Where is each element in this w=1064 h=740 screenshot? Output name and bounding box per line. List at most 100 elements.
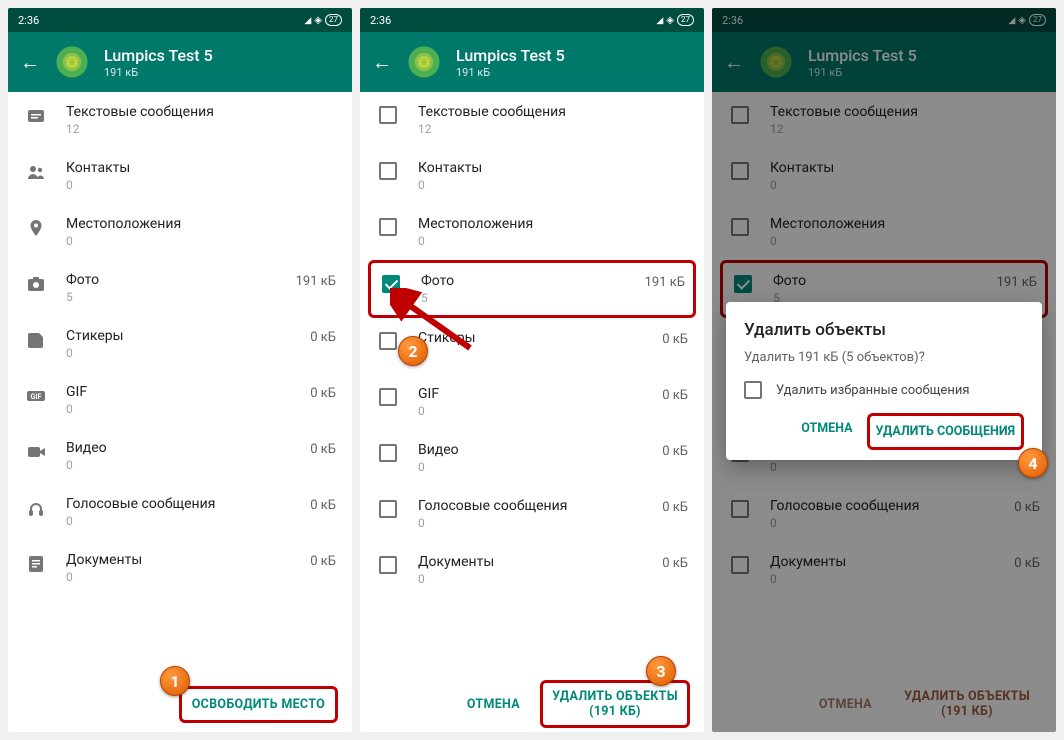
battery-icon: 27 [325, 14, 342, 26]
app-bar: ← Lumpics Test 5 191 кБ [360, 32, 704, 92]
step-badge-1: 1 [160, 666, 190, 696]
row-count: 0 [418, 234, 688, 248]
row-count: 12 [418, 122, 688, 136]
row-label: GIF [418, 386, 644, 402]
storage-row-2[interactable]: Местоположения0 [360, 204, 704, 260]
phone-screen-2: 2:36 ◈ 27 ← Lumpics Test 5 191 кБ Тексто… [360, 8, 704, 732]
dialog-text: Удалить 191 кБ (5 объектов)? [744, 350, 1024, 365]
cancel-button[interactable]: ОТМЕНА [467, 697, 520, 712]
wifi-icon: ◈ [314, 15, 322, 26]
row-size: 0 кБ [662, 498, 688, 515]
storage-row-1: Контакты0 [8, 148, 352, 204]
battery-icon: 27 [677, 14, 694, 26]
row-checkbox[interactable] [376, 104, 400, 124]
row-label: Контакты [66, 160, 336, 176]
back-icon[interactable]: ← [372, 50, 392, 75]
row-label: GIF [66, 384, 292, 400]
row-label: Контакты [418, 160, 688, 176]
row-label: Видео [66, 440, 292, 456]
row-count: 5 [66, 290, 278, 304]
dialog-confirm-button[interactable]: УДАЛИТЬ СООБЩЕНИЯ [867, 413, 1024, 450]
footer-bar: ОТМЕНА УДАЛИТЬ ОБЪЕКТЫ (191 КБ) [360, 676, 704, 732]
row-checkbox[interactable] [376, 386, 400, 406]
row-size: 0 кБ [662, 442, 688, 459]
row-main: Видео0 [418, 442, 644, 474]
chat-subtitle: 191 кБ [456, 66, 565, 79]
row-label: Фото [421, 273, 627, 289]
storage-row-7: Голосовые сообщения 0 0 кБ [8, 484, 352, 540]
dialog-cancel-button[interactable]: ОТМЕНА [795, 413, 858, 450]
step-badge-4: 4 [1018, 448, 1048, 478]
storage-row-6[interactable]: Видео0 0 кБ [360, 430, 704, 486]
gif-icon [24, 384, 48, 406]
row-main: Местоположения0 [418, 216, 688, 248]
row-main: Голосовые сообщения0 [418, 498, 644, 530]
text-icon [24, 104, 48, 126]
signal-icon [304, 15, 311, 26]
storage-row-8[interactable]: Документы00 кБ [360, 542, 704, 598]
row-main: Документы0 [418, 554, 644, 586]
row-main: Фото5 [66, 272, 278, 304]
doc-icon [24, 552, 48, 574]
row-count: 0 [66, 458, 292, 472]
status-icons: ◈ 27 [656, 14, 694, 26]
status-icons: ◈ 27 [304, 14, 342, 26]
row-label: Местоположения [66, 216, 336, 232]
row-count: 0 [66, 234, 336, 248]
row-size: 0 кБ [310, 496, 336, 513]
row-count: 12 [66, 122, 336, 136]
chat-subtitle: 191 кБ [104, 66, 213, 79]
row-count: 0 [66, 346, 292, 360]
signal-icon [656, 15, 663, 26]
status-bar: 2:36 ◈ 27 [360, 8, 704, 32]
row-label: Текстовые сообщения [66, 104, 336, 120]
row-label: Текстовые сообщения [418, 104, 688, 120]
row-main: Стикеры0 [66, 328, 292, 360]
row-size: 0 кБ [310, 328, 336, 345]
wifi-icon: ◈ [666, 15, 674, 26]
row-count: 0 [66, 514, 292, 528]
storage-row-1[interactable]: Контакты0 [360, 148, 704, 204]
chat-title: Lumpics Test 5 [456, 46, 565, 65]
delete-objects-button[interactable]: УДАЛИТЬ ОБЪЕКТЫ (191 КБ) [540, 680, 690, 728]
storage-row-0[interactable]: Текстовые сообщения 12 [360, 92, 704, 148]
delete-dialog: Удалить объекты Удалить 191 кБ (5 объект… [726, 302, 1042, 460]
row-main: Голосовые сообщения 0 [66, 496, 292, 528]
dialog-option-row[interactable]: Удалить избранные сообщения [744, 381, 1024, 399]
step-badge-3: 3 [646, 656, 676, 686]
row-label: Голосовые сообщения [66, 496, 292, 512]
row-main: Текстовые сообщения 12 [66, 104, 336, 136]
row-count: 0 [418, 572, 644, 586]
contact-icon [24, 160, 48, 182]
storage-row-5: GIF00 кБ [8, 372, 352, 428]
storage-row-3: Фото5 191 кБ [8, 260, 352, 316]
row-size: 191 кБ [296, 272, 336, 289]
dialog-option-label: Удалить избранные сообщения [776, 383, 969, 398]
loc-icon [24, 216, 48, 238]
row-count: 0 [418, 404, 644, 418]
video-icon [24, 440, 48, 462]
storage-row-0: Текстовые сообщения 12 [8, 92, 352, 148]
row-checkbox[interactable] [376, 498, 400, 518]
dialog-checkbox[interactable] [744, 381, 762, 399]
row-main: GIF0 [66, 384, 292, 416]
avatar[interactable] [406, 44, 442, 80]
row-main: Местоположения 0 [66, 216, 336, 248]
row-checkbox[interactable] [376, 160, 400, 180]
free-space-button[interactable]: ОСВОБОДИТЬ МЕСТО [179, 686, 338, 723]
row-checkbox[interactable] [376, 442, 400, 462]
photo-icon [24, 272, 48, 294]
row-checkbox[interactable] [376, 216, 400, 236]
storage-row-7[interactable]: Голосовые сообщения0 0 кБ [360, 486, 704, 542]
row-checkbox[interactable] [376, 554, 400, 574]
row-count: 0 [418, 516, 644, 530]
storage-row-6: Видео00 кБ [8, 428, 352, 484]
back-icon[interactable]: ← [20, 50, 40, 75]
storage-row-5[interactable]: GIF00 кБ [360, 374, 704, 430]
row-label: Документы [66, 552, 292, 568]
storage-row-2: Местоположения 0 [8, 204, 352, 260]
storage-row-4: Стикеры0 0 кБ [8, 316, 352, 372]
phone-screen-3: 2:36 ◈ 27 ← Lumpics Test 5 191 кБ Тексто… [712, 8, 1056, 732]
row-main: Видео 0 [66, 440, 292, 472]
avatar[interactable] [54, 44, 90, 80]
